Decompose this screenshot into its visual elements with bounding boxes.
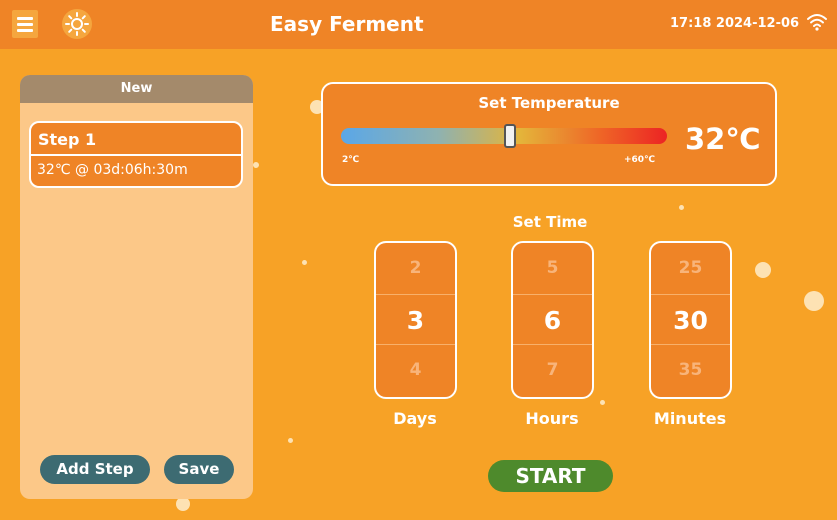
decorative-bubble [755,262,771,278]
program-panel: New Step 1 32℃ @ 03d:06h:30m Add Step Sa… [20,75,253,499]
days-prev-value[interactable]: 2 [376,243,455,294]
clock-readout: 17:18 2024-12-06 [670,16,800,31]
decorative-bubble [679,205,684,210]
decorative-bubble [302,260,307,265]
temperature-max-label: +60℃ [624,155,655,165]
top-bar: Easy Ferment 17:18 2024-12-06 [0,0,837,49]
decorative-bubble [804,291,824,311]
program-panel-title: New [20,75,253,103]
temperature-panel: Set Temperature 2℃ +60℃ 32℃ [321,82,777,186]
temperature-value: 32℃ [685,122,761,156]
days-next-value[interactable]: 4 [376,345,455,396]
minutes-next-value[interactable]: 35 [651,345,730,396]
minutes-picker[interactable]: 25 30 35 [649,241,732,399]
minutes-label: Minutes [653,409,727,428]
add-step-button[interactable]: Add Step [40,455,150,484]
hours-current-value: 6 [513,294,592,345]
days-current-value: 3 [376,294,455,345]
hours-prev-value[interactable]: 5 [513,243,592,294]
wifi-icon [807,14,827,31]
hamburger-menu-icon[interactable] [12,10,38,38]
decorative-bubble [176,497,190,511]
step-title: Step 1 [31,123,241,156]
days-picker[interactable]: 2 3 4 [374,241,457,399]
minutes-current-value: 30 [651,294,730,345]
decorative-bubble [288,438,293,443]
step-card[interactable]: Step 1 32℃ @ 03d:06h:30m [29,121,243,188]
sun-icon[interactable] [62,9,92,39]
hours-next-value[interactable]: 7 [513,345,592,396]
minutes-prev-value[interactable]: 25 [651,243,730,294]
temperature-min-label: 2℃ [342,155,360,165]
start-button[interactable]: START [488,460,613,492]
hours-picker[interactable]: 5 6 7 [511,241,594,399]
time-title: Set Time [512,213,588,231]
step-detail: 32℃ @ 03d:06h:30m [37,162,188,178]
hours-label: Hours [525,409,579,428]
decorative-bubble [253,162,259,168]
decorative-bubble [600,400,605,405]
temperature-title: Set Temperature [478,94,620,112]
app-title: Easy Ferment [270,12,424,36]
temperature-slider-handle[interactable] [503,124,516,148]
days-label: Days [393,409,437,428]
save-button[interactable]: Save [164,455,234,484]
